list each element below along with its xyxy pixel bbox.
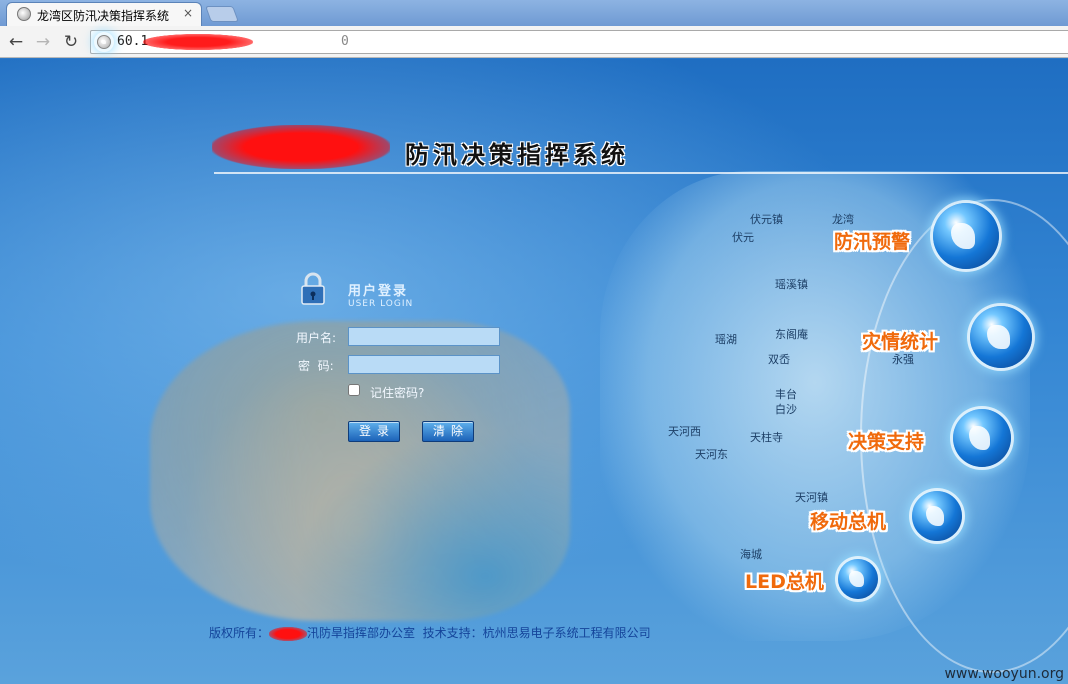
globe-icon[interactable] — [838, 559, 878, 599]
map-place-label: 天柱寺 — [750, 431, 783, 444]
remember-password-label: 记住密码? — [370, 386, 425, 400]
map-place-label: 双岙 — [768, 353, 790, 366]
owner-redaction — [269, 626, 308, 641]
globe-icon[interactable] — [953, 409, 1011, 467]
globe-icon — [97, 35, 111, 49]
menu-decision-support[interactable]: 决策支持 — [848, 427, 924, 454]
map-place-label: 伏元镇 — [750, 213, 783, 226]
tab-close-icon[interactable]: × — [183, 6, 193, 20]
browser-tab-bar: 龙湾区防汛决策指挥系统 × — [0, 0, 1068, 26]
map-place-label: 天河东 — [695, 448, 728, 461]
password-label: 密 码: — [298, 359, 334, 373]
globe-icon[interactable] — [933, 203, 999, 269]
login-subtitle: USER LOGIN — [348, 299, 414, 309]
login-button[interactable]: 登录 — [348, 421, 400, 442]
forward-arrow-icon[interactable]: → — [33, 32, 53, 52]
username-label: 用户名: — [296, 331, 337, 345]
remember-password-checkbox[interactable] — [348, 384, 360, 396]
login-page: 伏元镇 龙湾 伏元 瑶溪镇 瑶湖 东阁庵 双岙 永强 丰台 白沙 天河西 天柱寺… — [0, 59, 1068, 684]
menu-flood-warning[interactable]: 防汛预警 — [834, 227, 910, 254]
map-place-label: 天河西 — [668, 425, 701, 438]
map-place-label: 白沙 — [775, 403, 797, 416]
browser-toolbar: ← → ↻ 60.1 0 — [0, 26, 1068, 58]
map-place-label: 天河镇 — [795, 491, 828, 504]
map-place-label: 龙湾 — [832, 213, 854, 226]
district-logo-redaction — [212, 125, 390, 169]
address-bar[interactable]: 60.1 0 — [90, 30, 1068, 54]
globe-icon[interactable] — [970, 306, 1032, 368]
browser-tab[interactable]: 龙湾区防汛决策指挥系统 × — [6, 2, 202, 26]
menu-disaster-stats[interactable]: 灾情统计 — [862, 327, 938, 354]
header-divider — [214, 172, 1068, 174]
new-tab-button[interactable] — [205, 6, 239, 22]
map-place-label: 瑶溪镇 — [775, 278, 808, 291]
map-place-label: 伏元 — [732, 231, 754, 244]
url-text-suffix: 0 — [341, 34, 349, 49]
login-title: 用户登录 — [348, 284, 409, 299]
watermark: www.wooyun.org — [944, 666, 1064, 682]
map-place-label: 海城 — [740, 548, 762, 561]
footer: 版权所有： 汛防旱指挥部办公室 技术支持：杭州思易电子系统工程有限公司 — [209, 624, 651, 641]
back-arrow-icon[interactable]: ← — [6, 32, 26, 52]
system-title: 防汛决策指挥系统 — [405, 141, 629, 169]
map-place-label: 瑶湖 — [715, 333, 737, 346]
map-place-label: 丰台 — [775, 388, 797, 401]
copyright-prefix: 版权所有： — [209, 626, 270, 640]
menu-mobile-switchboard[interactable]: 移动总机 — [810, 507, 886, 534]
map-place-label: 东阁庵 — [775, 328, 808, 341]
tab-title: 龙湾区防汛决策指挥系统 — [37, 9, 170, 23]
menu-led-switchboard[interactable]: LED总机 — [745, 567, 824, 594]
url-redaction — [143, 34, 253, 50]
tech-support: 技术支持：杭州思易电子系统工程有限公司 — [422, 626, 651, 640]
username-input[interactable] — [348, 327, 500, 346]
lock-icon — [301, 272, 325, 305]
clear-button[interactable]: 清除 — [422, 421, 474, 442]
password-input[interactable] — [348, 355, 500, 374]
globe-icon[interactable] — [912, 491, 962, 541]
page-favicon-icon — [17, 7, 31, 21]
reload-icon[interactable]: ↻ — [61, 32, 81, 52]
copyright-owner: 汛防旱指挥部办公室 — [307, 626, 416, 640]
